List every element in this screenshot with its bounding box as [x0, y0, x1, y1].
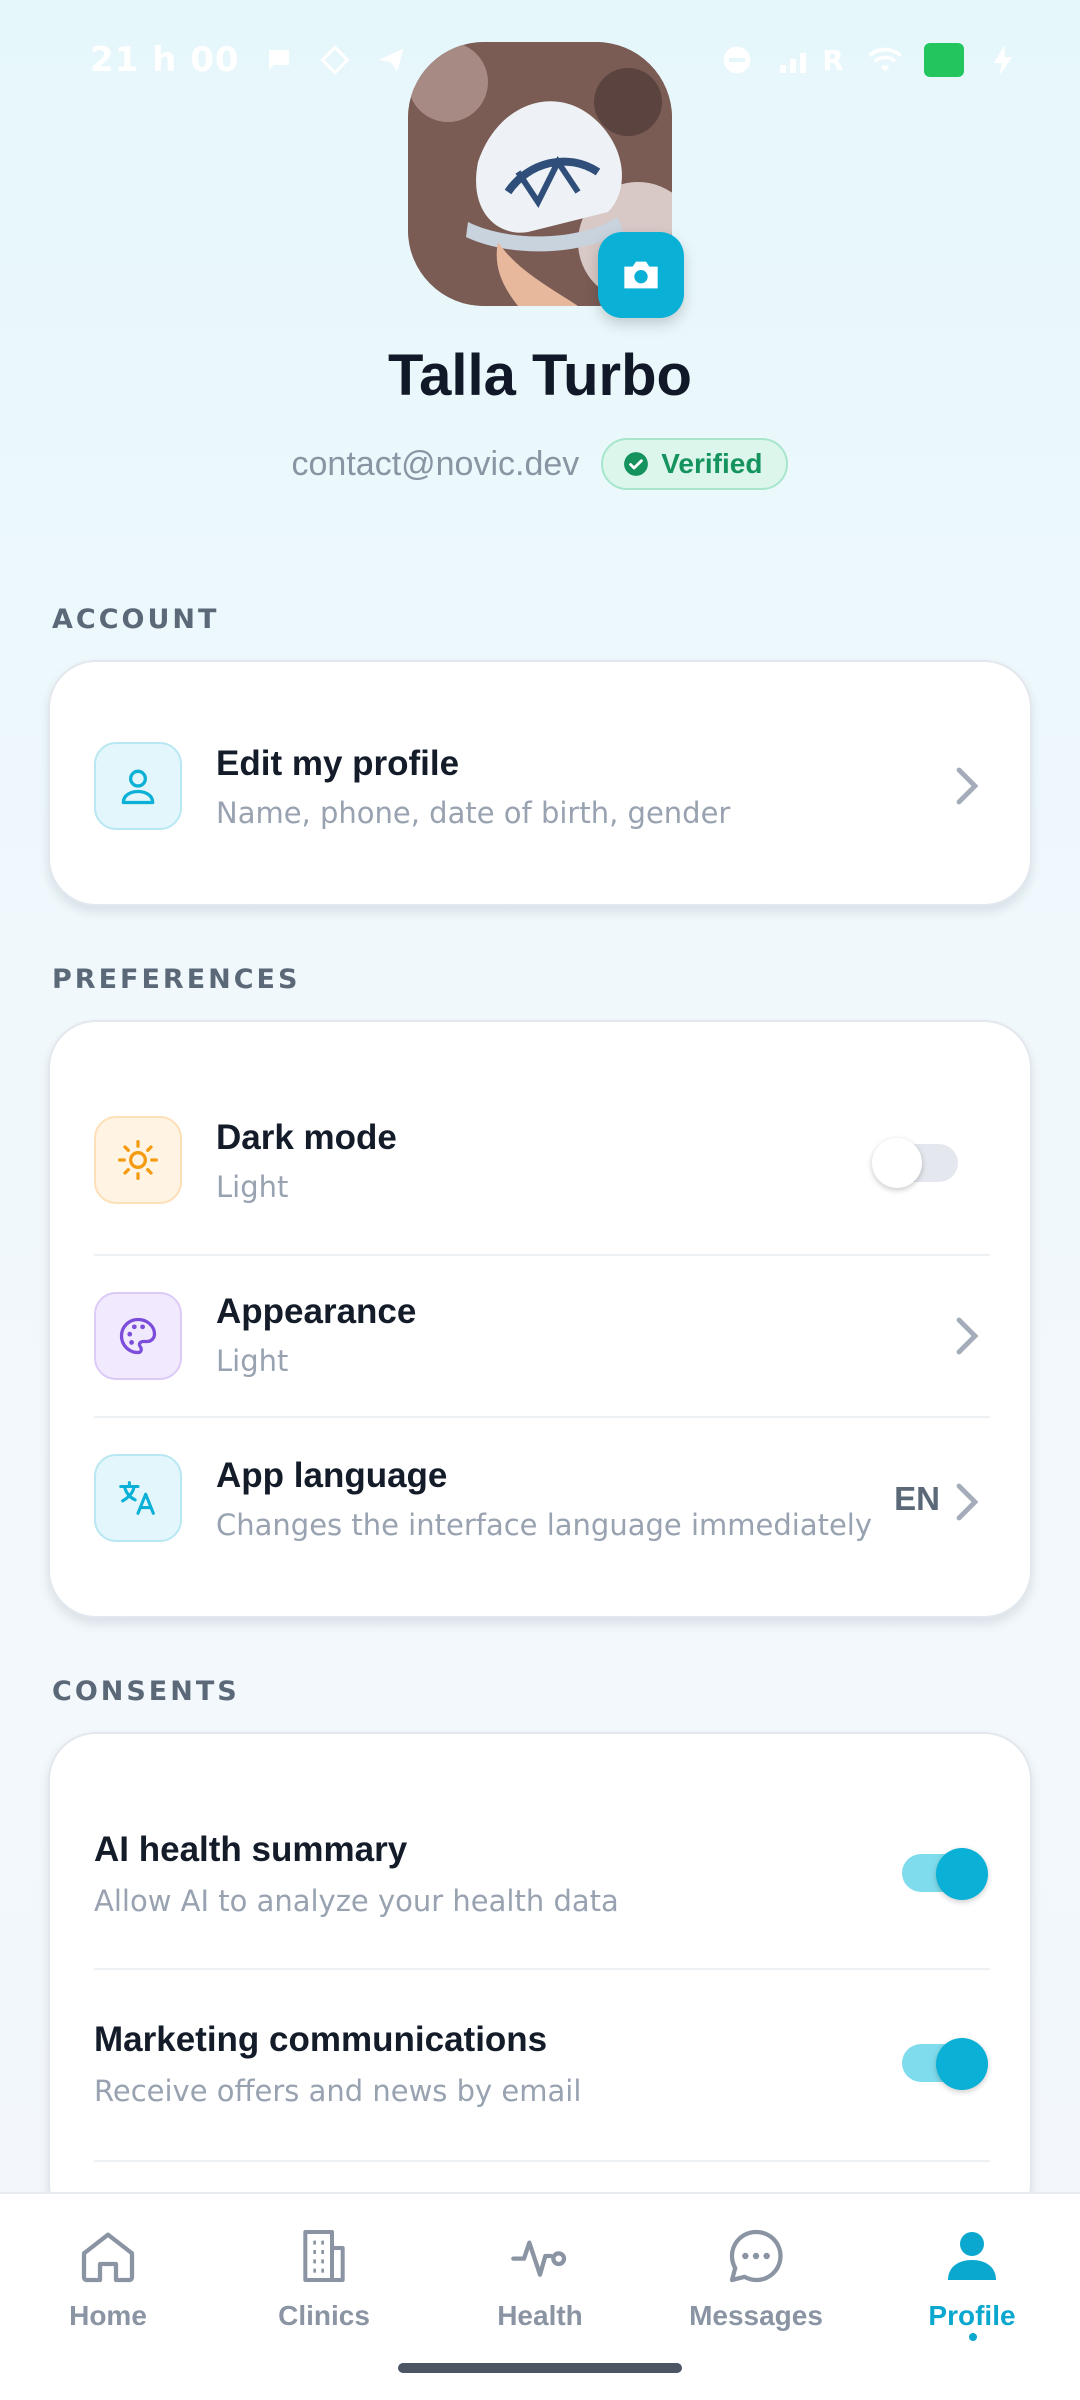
change-photo-button[interactable] — [598, 232, 684, 318]
app-language-title: App language — [216, 1456, 448, 1495]
nav-label: Health — [497, 2300, 583, 2331]
toggle-knob — [872, 1138, 922, 1188]
check-circle-icon — [624, 452, 649, 476]
marketing-subtitle: Receive offers and news by email — [94, 2074, 582, 2108]
nav-messages[interactable]: Messages — [656, 2224, 856, 2354]
ai-summary-title: AI health summary — [94, 1830, 408, 1869]
nav-home[interactable]: Home — [8, 2224, 208, 2354]
verified-badge: Verified — [601, 438, 789, 490]
nav-label: Clinics — [278, 2300, 370, 2331]
user-icon — [94, 742, 182, 830]
charging-icon — [986, 43, 1020, 77]
chevron-right-icon — [956, 1317, 979, 1355]
chevron-right-icon — [956, 1483, 979, 1521]
consents-card: AI health summary Allow AI to analyze yo… — [48, 1732, 1032, 2232]
pulse-icon — [511, 2240, 567, 2277]
building-icon — [303, 2230, 345, 2282]
app-language-row[interactable]: App language Changes the interface langu… — [50, 1418, 1034, 1618]
marketing-toggle[interactable] — [902, 2038, 988, 2090]
marketing-title: Marketing communications — [94, 2020, 548, 2059]
status-time: 21 h 00 — [90, 40, 240, 80]
nav-label: Messages — [689, 2300, 823, 2331]
signal-icon: R — [776, 43, 846, 77]
marketing-row: Marketing communications Receive offers … — [50, 1970, 1034, 2160]
dark-mode-toggle[interactable] — [872, 1138, 958, 1188]
sun-icon — [94, 1116, 182, 1204]
verified-label: Verified — [661, 448, 763, 479]
nav-label: Home — [69, 2300, 147, 2331]
email-row: contact@novic.dev Verified — [0, 434, 1080, 494]
section-title-account: ACCOUNT — [52, 604, 220, 635]
appearance-subtitle: Light — [216, 1344, 289, 1378]
profile-email: contact@novic.dev — [291, 444, 580, 483]
active-indicator-dot — [969, 2333, 977, 2341]
profile-name: Talla Turbo — [388, 343, 692, 408]
ai-summary-row: AI health summary Allow AI to analyze yo… — [50, 1734, 1034, 1968]
dark-mode-title: Dark mode — [216, 1118, 397, 1157]
message-notification-icon — [262, 43, 296, 77]
home-indicator[interactable] — [398, 2363, 682, 2373]
home-icon — [81, 2232, 135, 2283]
app-language-subtitle: Changes the interface language immediate… — [216, 1508, 873, 1542]
status-right: R — [720, 43, 1020, 77]
ai-summary-subtitle: Allow AI to analyze your health data — [94, 1884, 619, 1918]
battery-icon — [924, 43, 964, 77]
section-title-preferences: PREFERENCES — [52, 964, 301, 995]
wifi-icon — [868, 43, 902, 77]
account-card: Edit my profile Name, phone, date of bir… — [48, 660, 1032, 906]
network-label: R — [822, 43, 844, 77]
telegram-icon — [374, 43, 408, 77]
profile-icon — [948, 2232, 996, 2280]
appearance-title: Appearance — [216, 1292, 417, 1331]
chat-icon — [729, 2229, 783, 2283]
camera-icon — [624, 261, 658, 289]
divider — [94, 2160, 990, 2162]
nav-clinics[interactable]: Clinics — [224, 2224, 424, 2354]
dark-mode-subtitle: Light — [216, 1170, 289, 1204]
do-not-disturb-icon — [720, 43, 754, 77]
edit-profile-subtitle: Name, phone, date of birth, gender — [216, 796, 731, 830]
app-notification-icon — [318, 43, 352, 77]
toggle-knob — [936, 2038, 988, 2090]
nav-label: Profile — [928, 2300, 1016, 2331]
avatar-container — [408, 42, 684, 318]
app-language-value: EN — [894, 1480, 940, 1517]
chevron-right-icon — [956, 767, 979, 805]
appearance-row[interactable]: Appearance Light — [50, 1256, 1034, 1416]
preferences-card: Dark mode Light Appearance Light App lan… — [48, 1020, 1032, 1618]
palette-icon — [94, 1292, 182, 1380]
translate-icon — [94, 1454, 182, 1542]
edit-profile-row[interactable]: Edit my profile Name, phone, date of bir… — [50, 662, 1034, 908]
toggle-knob — [936, 1848, 988, 1900]
dark-mode-row[interactable]: Dark mode Light — [50, 1022, 1034, 1254]
status-left: 21 h 00 — [90, 40, 408, 80]
nav-health[interactable]: Health — [440, 2224, 640, 2354]
edit-profile-title: Edit my profile — [216, 744, 460, 783]
ai-summary-toggle[interactable] — [902, 1848, 988, 1900]
section-title-consents: CONSENTS — [52, 1676, 240, 1707]
